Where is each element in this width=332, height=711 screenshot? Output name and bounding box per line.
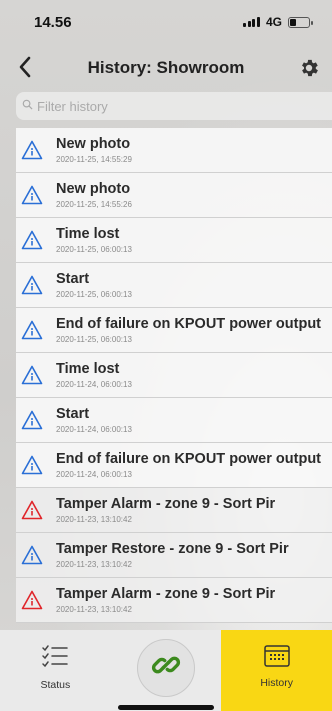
history-item[interactable]: Time lost 2020-11-25, 06:00:13	[16, 218, 332, 263]
history-item-date: 2020-11-25, 14:55:29	[56, 155, 132, 164]
history-item-date: 2020-11-25, 06:00:13	[56, 290, 132, 299]
history-item-text: New photo 2020-11-25, 14:55:29	[56, 136, 132, 164]
calendar-icon	[263, 644, 290, 673]
history-item-text: Start 2020-11-25, 06:00:13	[56, 271, 132, 299]
chevron-left-icon[interactable]	[18, 56, 32, 82]
history-item[interactable]: Tamper Alarm - zone 9 - Sort Pir 2020-11-…	[16, 578, 332, 623]
home-indicator	[118, 705, 214, 710]
history-item[interactable]: New photo 2020-11-25, 14:55:29	[16, 128, 332, 173]
history-item-date: 2020-11-23, 13:10:42	[56, 515, 132, 524]
info-warning-icon	[21, 275, 43, 295]
search-input[interactable]	[37, 98, 317, 114]
tab-link[interactable]	[110, 630, 222, 711]
navigation-bar: History: Showroom	[0, 44, 332, 92]
search-icon	[22, 97, 33, 115]
info-warning-icon	[21, 140, 43, 160]
link-button[interactable]	[137, 638, 195, 697]
history-item-date: 2020-11-25, 14:55:26	[56, 200, 132, 209]
history-item-text: End of failure on KPOUT power output 2020…	[56, 316, 321, 344]
info-warning-icon	[21, 230, 43, 250]
history-item[interactable]: Start 2020-11-25, 06:00:13	[16, 263, 332, 308]
link-icon	[151, 650, 181, 685]
history-item-title: New photo	[56, 136, 131, 152]
history-item-title: End of failure on KPOUT power output	[56, 316, 322, 332]
history-item-date: 2020-11-23, 13:10:42	[56, 560, 132, 569]
tab-status-label: Status	[40, 679, 71, 691]
history-item-title: End of failure on KPOUT power output	[56, 451, 322, 467]
list-checks-icon	[41, 644, 69, 675]
info-warning-icon	[21, 545, 43, 565]
history-item-title: New photo	[56, 181, 131, 197]
status-time: 14.56	[34, 13, 72, 31]
status-bar: 14.56 4G	[0, 0, 332, 44]
history-item-text: Time lost 2020-11-24, 06:00:13	[56, 361, 132, 389]
history-item[interactable]: Tamper Alarm - zone 9 - Sort Pir 2020-11-…	[16, 488, 332, 533]
gear-icon[interactable]	[298, 57, 320, 79]
history-item-date: 2020-11-24, 06:00:13	[56, 470, 132, 479]
history-item[interactable]: End of failure on KPOUT power output 2020…	[16, 443, 332, 488]
history-item-date: 2020-11-25, 06:00:13	[56, 245, 132, 254]
history-item[interactable]: Time lost 2020-11-24, 06:00:13	[16, 353, 332, 398]
history-item-title: Tamper Alarm - zone 9 - Sort Pir	[56, 496, 276, 512]
tab-status[interactable]: Status	[0, 630, 111, 711]
info-warning-icon	[21, 410, 43, 430]
history-item[interactable]: Start 2020-11-24, 06:00:13	[16, 398, 332, 443]
info-warning-icon	[21, 365, 43, 385]
history-item-title: Tamper Restore - zone 9 - Sort Pir	[56, 541, 289, 557]
signal-icon	[243, 17, 260, 27]
history-item[interactable]: Tamper Restore - zone 9 - Sort Pir 2020-1…	[16, 533, 332, 578]
network-type: 4G	[265, 15, 282, 29]
history-item-text: Start 2020-11-24, 06:00:13	[56, 406, 132, 434]
history-item-text: Tamper Alarm - zone 9 - Sort Pir 2020-11-…	[56, 586, 275, 614]
history-item-text: New photo 2020-11-25, 14:55:26	[56, 181, 132, 209]
page-title: History: Showroom	[87, 58, 245, 77]
alarm-warning-icon	[21, 500, 43, 520]
info-warning-icon	[21, 185, 43, 205]
tab-history[interactable]: History	[221, 630, 332, 711]
tab-bar: Status History	[0, 630, 332, 711]
battery-icon	[288, 16, 313, 28]
info-warning-icon	[21, 320, 43, 340]
history-item-text: Tamper Restore - zone 9 - Sort Pir 2020-1…	[56, 541, 289, 569]
history-item-title: Time lost	[56, 361, 120, 377]
info-warning-icon	[21, 455, 43, 475]
history-item-date: 2020-11-23, 13:10:42	[56, 605, 132, 614]
alarm-warning-icon	[21, 590, 43, 610]
history-item-date: 2020-11-24, 06:00:13	[56, 380, 132, 389]
history-item-title: Tamper Alarm - zone 9 - Sort Pir	[56, 586, 276, 602]
history-item[interactable]: New photo 2020-11-25, 14:55:26	[16, 173, 332, 218]
tab-history-label: History	[260, 677, 294, 689]
search-bar	[16, 92, 332, 120]
history-item[interactable]: End of failure on KPOUT power output 2020…	[16, 308, 332, 353]
history-item-text: Tamper Alarm - zone 9 - Sort Pir 2020-11-…	[56, 496, 275, 524]
status-indicators: 4G	[243, 15, 313, 29]
history-item-text: End of failure on KPOUT power output 2020…	[56, 451, 321, 479]
history-item-date: 2020-11-25, 06:00:13	[56, 335, 132, 344]
history-item-title: Time lost	[56, 226, 120, 242]
history-item-text: Time lost 2020-11-25, 06:00:13	[56, 226, 132, 254]
history-item-title: Start	[56, 271, 90, 287]
history-item-date: 2020-11-24, 06:00:13	[56, 425, 132, 434]
history-item-title: Start	[56, 406, 90, 422]
history-list: New photo 2020-11-25, 14:55:29 New photo 20…	[16, 128, 332, 630]
